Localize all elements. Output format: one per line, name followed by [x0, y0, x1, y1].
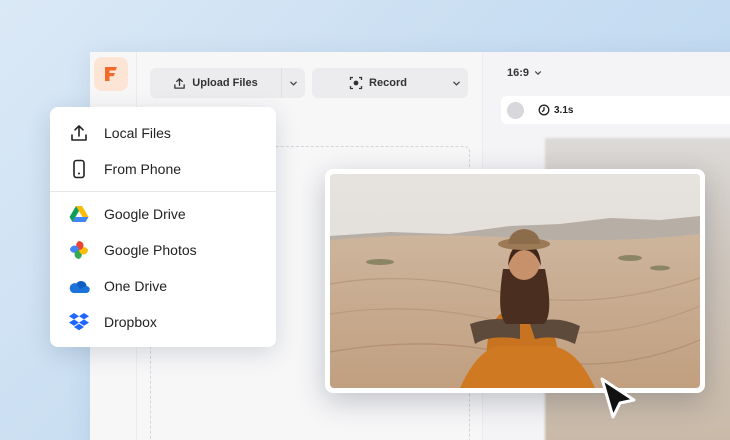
- google-photos-icon: [68, 239, 90, 261]
- uploaded-photo-card[interactable]: [325, 169, 705, 393]
- uploaded-photo: [330, 174, 700, 388]
- clip-duration: 3.1s: [538, 104, 573, 116]
- record-dropdown-toggle[interactable]: [444, 68, 468, 98]
- menu-item-google-photos[interactable]: Google Photos: [50, 232, 276, 268]
- upload-icon: [68, 122, 90, 144]
- upload-files-label: Upload Files: [192, 77, 258, 89]
- upload-files-button[interactable]: Upload Files: [150, 68, 305, 98]
- aspect-ratio-select[interactable]: 16:9: [507, 67, 542, 79]
- google-drive-icon: [68, 203, 90, 225]
- record-button[interactable]: Record: [312, 68, 468, 98]
- mouse-cursor-icon: [600, 377, 636, 419]
- record-icon: [349, 76, 363, 90]
- record-main[interactable]: Record: [312, 68, 444, 98]
- clip-thumbnail[interactable]: [507, 101, 524, 119]
- chevron-down-icon: [535, 71, 542, 76]
- record-label: Record: [369, 77, 407, 89]
- menu-item-local-files[interactable]: Local Files: [50, 115, 276, 151]
- onedrive-icon: [68, 275, 90, 297]
- menu-item-dropbox[interactable]: Dropbox: [50, 304, 276, 340]
- menu-divider: [50, 191, 276, 192]
- menu-item-label: Local Files: [104, 125, 171, 141]
- menu-item-label: One Drive: [104, 278, 168, 294]
- phone-icon: [68, 158, 90, 180]
- app-logo[interactable]: [94, 57, 128, 91]
- logo-icon: [105, 67, 117, 81]
- clock-icon: [538, 104, 550, 116]
- chevron-down-icon: [452, 81, 460, 86]
- upload-source-menu: Local Files From Phone Google Drive Goog…: [50, 107, 276, 347]
- menu-item-label: Google Photos: [104, 242, 197, 258]
- dropbox-icon: [68, 311, 90, 333]
- menu-item-label: Dropbox: [104, 314, 157, 330]
- menu-item-google-drive[interactable]: Google Drive: [50, 196, 276, 232]
- menu-item-from-phone[interactable]: From Phone: [50, 151, 276, 187]
- clip-timeline[interactable]: 3.1s: [501, 96, 730, 124]
- upload-icon: [174, 77, 186, 89]
- clip-duration-value: 3.1s: [554, 104, 574, 116]
- upload-files-main[interactable]: Upload Files: [150, 68, 281, 98]
- menu-item-one-drive[interactable]: One Drive: [50, 268, 276, 304]
- chevron-down-icon: [290, 81, 297, 86]
- upload-dropdown-toggle[interactable]: [281, 68, 305, 98]
- menu-item-label: From Phone: [104, 161, 182, 177]
- aspect-ratio-value: 16:9: [507, 67, 530, 79]
- menu-item-label: Google Drive: [104, 206, 186, 222]
